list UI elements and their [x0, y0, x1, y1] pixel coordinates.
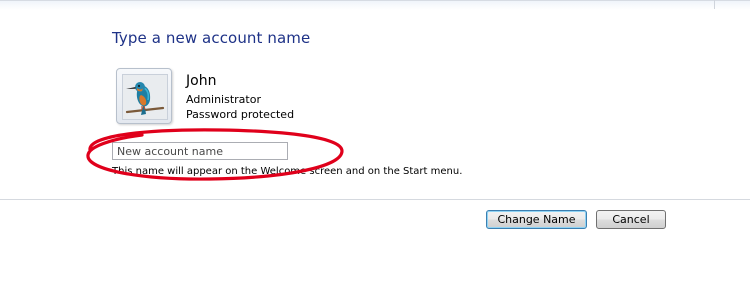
top-edge-rule [0, 0, 750, 1]
red-annotation-ellipse [86, 128, 344, 181]
kingfisher-bird-icon [123, 75, 167, 119]
rename-account-page: Type a new account name John Administrat… [0, 0, 750, 304]
account-type: Administrator [186, 93, 261, 106]
page-title: Type a new account name [112, 29, 311, 47]
avatar [116, 68, 172, 124]
top-edge-notch [714, 0, 715, 9]
footer-divider [0, 199, 750, 200]
cancel-button[interactable]: Cancel [596, 210, 666, 229]
avatar-picture [122, 74, 168, 120]
password-status: Password protected [186, 108, 295, 121]
change-name-button[interactable]: Change Name [486, 210, 587, 229]
account-name: John [186, 73, 217, 89]
window-top-edge [0, 0, 750, 10]
